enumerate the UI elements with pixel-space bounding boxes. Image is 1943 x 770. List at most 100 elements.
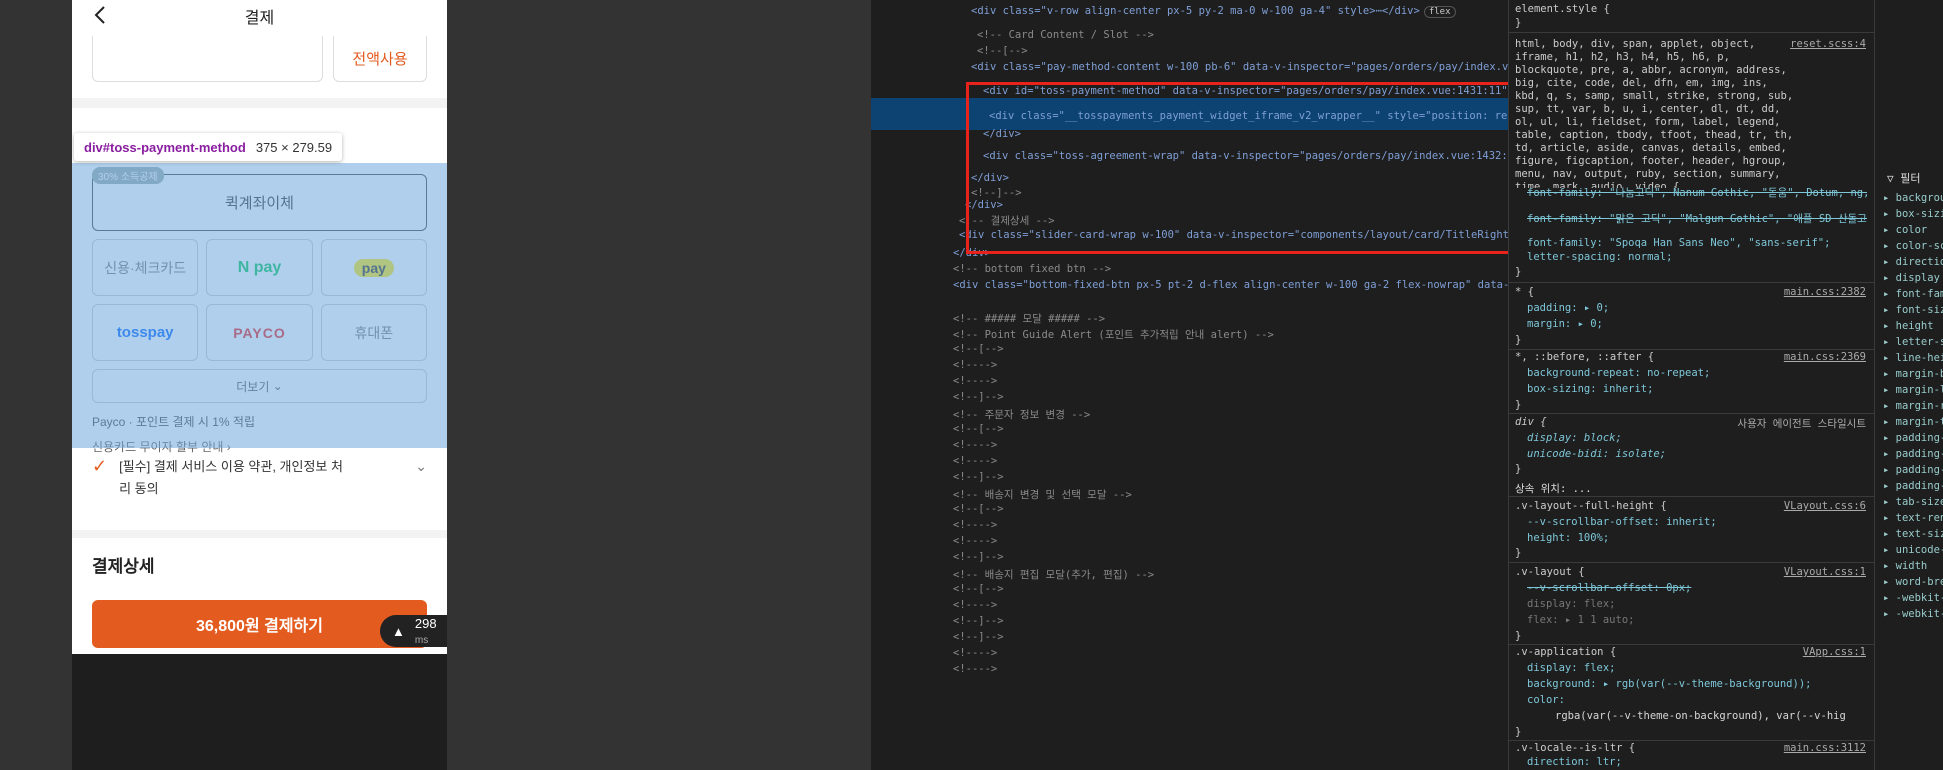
margin-decl[interactable]: margin: ▸ 0;	[1527, 318, 1603, 332]
scrollbar-offset-decl[interactable]: --v-scrollbar-offset: 0px;	[1527, 582, 1691, 596]
dom-node-line[interactable]: <!--[-->	[977, 45, 1508, 61]
dom-node-line[interactable]: <!--]-->	[953, 391, 1508, 407]
pseudo-source-link[interactable]: main.css:2369	[1784, 351, 1866, 363]
dom-node-line[interactable]: <!--[-->	[953, 503, 1508, 519]
computed-property[interactable]: ▸ margin-l	[1883, 384, 1943, 396]
dom-node-line[interactable]: <!--]-->	[953, 551, 1508, 567]
color-value[interactable]: rgba(var(--v-theme-on-background), var(-…	[1555, 710, 1846, 724]
computed-property[interactable]: ▸ margin-r	[1883, 400, 1943, 412]
computed-property[interactable]: ▸ padding-	[1883, 480, 1943, 492]
computed-property[interactable]: ▸ margin-t	[1883, 416, 1943, 428]
kakao-pay-button[interactable]: pay	[320, 239, 427, 296]
computed-property[interactable]: ▸ width	[1883, 560, 1927, 572]
vlayout-source-link[interactable]: VLayout.css:6	[1784, 500, 1866, 512]
filter-input[interactable]: ▽ 필터	[1887, 170, 1921, 186]
back-arrow-icon[interactable]	[90, 4, 112, 26]
computed-property[interactable]: ▸ height	[1883, 320, 1934, 332]
dom-node-line[interactable]: <!-- 주문자 정보 변경 -->	[953, 407, 1508, 423]
background-decl[interactable]: background: ▸ rgb(var(--v-theme-backgrou…	[1527, 678, 1811, 692]
coupon-input[interactable]	[92, 36, 323, 82]
pay-button[interactable]: 36,800원 결제하기	[92, 600, 427, 648]
computed-property[interactable]: ▸ margin-b	[1883, 368, 1943, 380]
use-all-button[interactable]: 전액사용	[333, 36, 427, 82]
dom-node-line[interactable]: <!---->	[953, 375, 1508, 391]
dom-node-line[interactable]: <!--[-->	[953, 343, 1508, 359]
dom-node-line[interactable]: <!---->	[953, 663, 1508, 679]
reset-source-link[interactable]: reset.scss:4	[1790, 38, 1866, 50]
toss-pay-button[interactable]: tosspay	[92, 304, 199, 361]
computed-property[interactable]: ▸ text-siz	[1883, 528, 1943, 540]
dom-node-line[interactable]: <!-- Point Guide Alert (포인트 추가적립 안내 aler…	[953, 327, 1508, 343]
computed-property[interactable]: ▸ word-bre	[1883, 576, 1943, 588]
dom-node-line[interactable]: <!--]-->	[953, 471, 1508, 487]
color-decl[interactable]: color:	[1527, 694, 1565, 708]
reset-selector[interactable]: html, body, div, span, applet, object, i…	[1515, 38, 1795, 188]
computed-property[interactable]: ▸ box-sizi	[1883, 208, 1943, 220]
box-sizing-decl[interactable]: box-sizing: inherit;	[1527, 383, 1653, 397]
computed-property[interactable]: ▸ -webkit-	[1883, 608, 1943, 620]
checkmark-icon[interactable]: ✓	[92, 456, 107, 522]
computed-property[interactable]: ▸ display	[1883, 272, 1940, 284]
dom-node-line[interactable]: <div class="v-row align-center px-5 py-2…	[971, 5, 1508, 21]
display-decl[interactable]: display: flex;	[1527, 662, 1616, 676]
flex-decl[interactable]: flex: ▸ 1 1 auto;	[1527, 614, 1634, 628]
vapp-source-link[interactable]: VApp.css:1	[1803, 646, 1866, 658]
padding-decl[interactable]: padding: ▸ 0;	[1527, 302, 1609, 316]
card-pay-button[interactable]: 신용·체크카드	[92, 239, 199, 296]
dom-node-line[interactable]: <!-- 배송지 편집 모달(추가, 편집) -->	[953, 567, 1508, 583]
dom-node-line[interactable]: <!-- ##### 모달 ##### -->	[953, 311, 1508, 327]
dom-node-line[interactable]: <!-- bottom fixed btn -->	[953, 263, 1508, 279]
dom-node-line[interactable]: <!---->	[953, 439, 1508, 455]
chevron-down-icon[interactable]: ⌄	[415, 458, 427, 522]
dom-node-line[interactable]: <!---->	[953, 535, 1508, 551]
dom-node-line[interactable]: <!--[-->	[953, 583, 1508, 599]
computed-property[interactable]: ▸ color	[1883, 224, 1927, 236]
computed-property[interactable]: ▸ tab-size	[1883, 496, 1943, 508]
dom-node-line[interactable]: <!--]-->	[953, 615, 1508, 631]
more-button[interactable]: 더보기 ⌄	[92, 369, 427, 403]
agreement-row[interactable]: ✓ [필수] 결제 서비스 이용 약관, 개인정보 처리 동의 ⌄	[72, 448, 447, 530]
v-layout-full-rule[interactable]: .v-layout--full-height {	[1515, 500, 1667, 514]
dom-node-line[interactable]: <div class="bottom-fixed-btn px-5 pt-2 d…	[953, 279, 1508, 295]
v-application-rule[interactable]: .v-application {	[1515, 646, 1616, 660]
computed-property[interactable]: ▸ backgrou	[1883, 192, 1943, 204]
star-rule[interactable]: * {	[1515, 286, 1534, 300]
flex-badge[interactable]: flex	[1423, 6, 1456, 18]
computed-property[interactable]: ▸ padding-	[1883, 432, 1943, 444]
computed-property[interactable]: ▸ unicode-	[1883, 544, 1943, 556]
computed-property[interactable]: ▸ padding-	[1883, 448, 1943, 460]
dom-node-line[interactable]: <!---->	[953, 455, 1508, 471]
computed-property[interactable]: ▸ font-fam	[1883, 288, 1943, 300]
font-family-decl[interactable]: font-family: "나눔고딕", Nanum Gothic, "돋움",…	[1527, 185, 1867, 199]
direction-decl[interactable]: direction: ltr;	[1527, 756, 1622, 770]
naver-pay-button[interactable]: N pay	[206, 239, 313, 296]
display-decl[interactable]: display: block;	[1527, 432, 1622, 446]
element-style-rule[interactable]: element.style {	[1515, 3, 1610, 17]
dom-node-line[interactable]: <!---->	[953, 359, 1508, 375]
dom-node-line[interactable]: <div class="pay-method-content w-100 pb-…	[971, 61, 1508, 77]
font-family-decl[interactable]: font-family: "맑은 고딕", "Malgun Gothic", "…	[1527, 211, 1867, 225]
star-source-link[interactable]: main.css:2382	[1784, 286, 1866, 298]
height-decl[interactable]: height: 100%;	[1527, 532, 1609, 546]
dom-node-line[interactable]: <!---->	[953, 599, 1508, 615]
dom-node-line[interactable]: <!--]-->	[953, 631, 1508, 647]
computed-property[interactable]: ▸ color-sc	[1883, 240, 1943, 252]
computed-property[interactable]: ▸ padding-	[1883, 464, 1943, 476]
bg-repeat-decl[interactable]: background-repeat: no-repeat;	[1527, 367, 1710, 381]
dom-node-line[interactable]: <!---->	[953, 647, 1508, 663]
nuxt-devtools-timing[interactable]: ▲ 298 ms ◎	[380, 615, 447, 647]
font-family-decl[interactable]: font-family: "Spoqa Han Sans Neo", "sans…	[1527, 237, 1830, 251]
vlocale-source-link[interactable]: main.css:3112	[1784, 742, 1866, 754]
computed-property[interactable]: ▸ line-hei	[1883, 352, 1943, 364]
pseudo-rule[interactable]: *, ::before, ::after {	[1515, 351, 1654, 365]
letter-spacing-decl[interactable]: letter-spacing: normal;	[1527, 251, 1672, 265]
computed-property[interactable]: ▸ directio	[1883, 256, 1943, 268]
dom-node-line[interactable]: <!-- Card Content / Slot -->	[977, 29, 1508, 45]
dom-node-line[interactable]: <!--[-->	[953, 423, 1508, 439]
computed-property[interactable]: ▸ letter-s	[1883, 336, 1943, 348]
v-layout-rule[interactable]: .v-layout {	[1515, 566, 1585, 580]
unicode-bidi-decl[interactable]: unicode-bidi: isolate;	[1527, 448, 1666, 462]
computed-property[interactable]: ▸ font-siz	[1883, 304, 1943, 316]
computed-property[interactable]: ▸ text-ren	[1883, 512, 1943, 524]
div-ua-rule[interactable]: div {	[1515, 416, 1547, 430]
